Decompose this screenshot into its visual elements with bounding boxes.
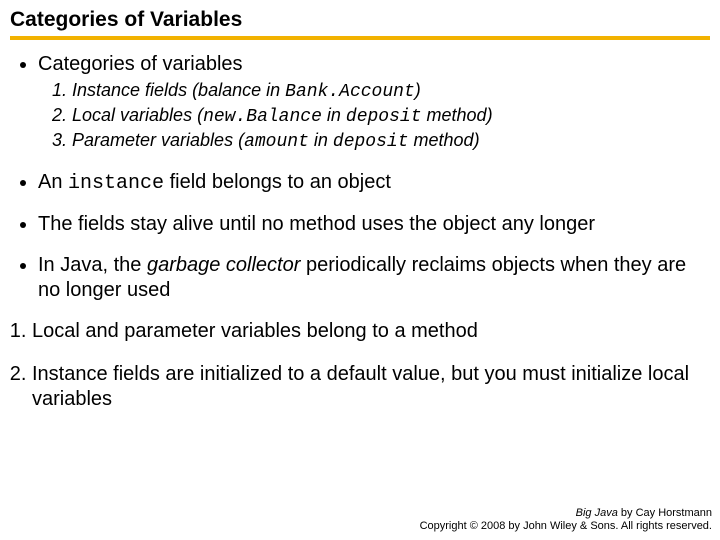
text: method)	[422, 105, 493, 125]
text: Parameter variables (	[72, 130, 244, 150]
bullet-garbage-collector: In Java, the garbage collector periodica…	[38, 253, 710, 303]
slide: Categories of Variables Categories of va…	[0, 0, 720, 540]
code: instance	[68, 172, 164, 195]
code: new.Balance	[203, 107, 322, 127]
slide-title: Categories of Variables	[10, 8, 710, 40]
text: In Java, the	[38, 254, 147, 276]
code: amount	[244, 132, 309, 152]
sub-item-parameter-variables: Parameter variables (amount in deposit m…	[72, 129, 710, 154]
text: The fields stay alive until no method us…	[38, 213, 595, 235]
text: in	[322, 105, 346, 125]
sub-list: Instance fields (balance in Bank.Account…	[38, 79, 710, 154]
footer-copyright: Copyright © 2008 by John Wiley & Sons. A…	[420, 520, 712, 532]
bullet-instance-field: An instance field belongs to an object	[38, 170, 710, 196]
bullet-text: Categories of variables	[38, 53, 243, 75]
italic-text: garbage collector	[147, 254, 300, 276]
footer: Big Java by Cay Horstmann Copyright © 20…	[420, 507, 712, 535]
code: deposit	[333, 132, 409, 152]
bullet-fields-alive: The fields stay alive until no method us…	[38, 212, 710, 237]
numbered-instance-init: Instance fields are initialized to a def…	[32, 362, 710, 412]
sub-item-local-variables: Local variables (new.Balance in deposit …	[72, 104, 710, 129]
sub-item-instance-fields: Instance fields (balance in Bank.Account…	[72, 79, 710, 104]
text: field belongs to an object	[164, 171, 391, 193]
text: Local variables (	[72, 105, 203, 125]
text: Local and parameter variables belong to …	[32, 320, 478, 342]
numbered-local-param: Local and parameter variables belong to …	[32, 319, 710, 344]
bullet-categories: Categories of variables Instance fields …	[38, 52, 710, 154]
code: Bank.Account	[285, 82, 415, 102]
text: Instance fields (balance in	[72, 80, 285, 100]
text: in	[309, 130, 333, 150]
code: deposit	[346, 107, 422, 127]
text: method)	[409, 130, 480, 150]
bullet-list: Categories of variables Instance fields …	[10, 52, 710, 303]
footer-book-title: Big Java	[576, 507, 618, 519]
text: )	[415, 80, 421, 100]
text: Instance fields are initialized to a def…	[32, 363, 689, 410]
numbered-list: Local and parameter variables belong to …	[10, 319, 710, 412]
text: An	[38, 171, 68, 193]
footer-author: by Cay Horstmann	[618, 507, 712, 519]
